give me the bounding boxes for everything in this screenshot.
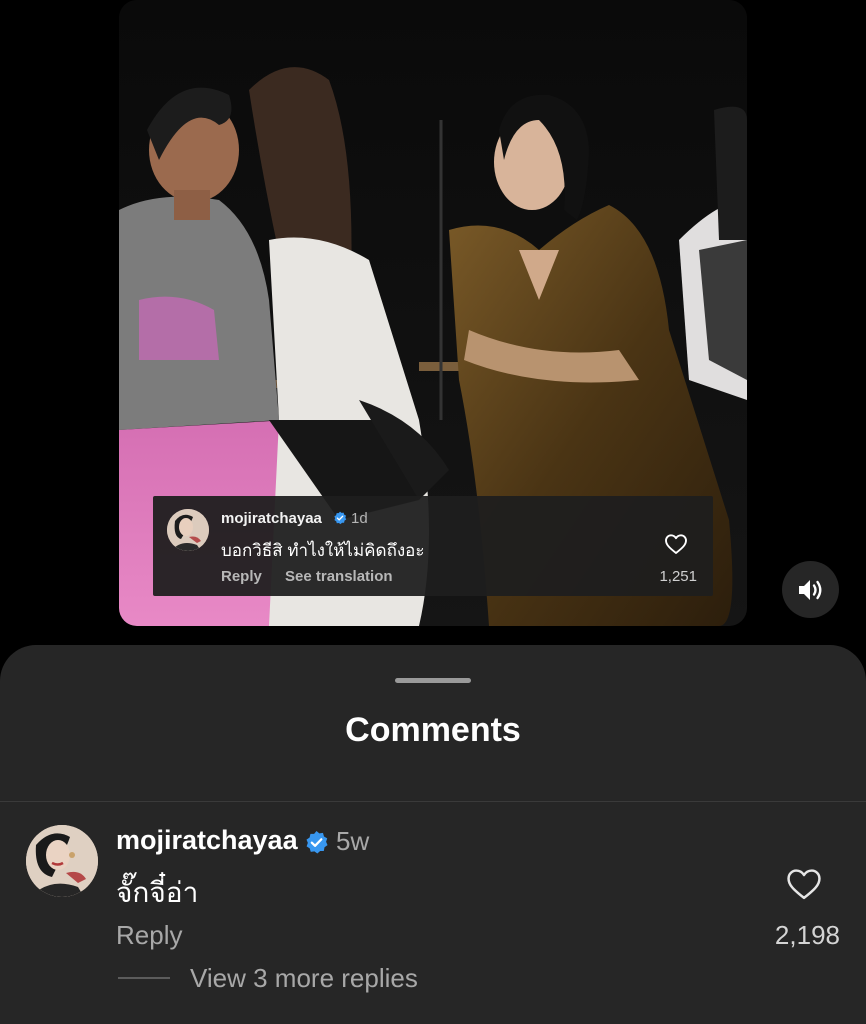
overlay-comment-card[interactable]: mojiratchayaa 1d บอกวิธีสิ ทำไงให้ไม่คิด… [153, 496, 713, 596]
reply-button[interactable]: Reply [116, 920, 182, 951]
reply-button[interactable]: Reply [221, 568, 262, 585]
comment-time: 1d [351, 510, 368, 527]
avatar[interactable] [167, 509, 209, 551]
speaker-sound-on-icon [798, 579, 821, 600]
verified-badge-icon [306, 831, 328, 854]
see-translation-button[interactable]: See translation [285, 568, 393, 585]
view-more-replies-button[interactable]: View 3 more replies [190, 963, 418, 994]
divider [0, 801, 866, 802]
comment-username[interactable]: mojiratchayaa [221, 510, 322, 527]
sheet-title: Comments [345, 711, 521, 749]
comment-time: 5w [336, 826, 370, 856]
replies-thread-line [118, 977, 170, 979]
verified-badge-icon [334, 511, 347, 525]
heart-outline-icon[interactable] [664, 533, 688, 555]
like-count: 1,251 [659, 568, 697, 585]
sheet-drag-handle[interactable] [395, 678, 471, 683]
comment-username[interactable]: mojiratchayaa [116, 825, 298, 856]
heart-outline-icon[interactable] [785, 867, 823, 901]
comment-text: จั๊กจี๋อ่า [116, 877, 199, 908]
comments-sheet: Comments mojiratchayaa 5w จั๊กจี๋อ่า Rep… [0, 645, 866, 1024]
like-count: 2,198 [774, 920, 840, 950]
comment-text: บอกวิธีสิ ทำไงให้ไม่คิดถึงอะ [221, 541, 425, 560]
sound-toggle-button[interactable] [782, 561, 839, 618]
avatar[interactable] [26, 825, 98, 897]
reel-screen: mojiratchayaa 1d บอกวิธีสิ ทำไงให้ไม่คิด… [0, 0, 866, 1024]
